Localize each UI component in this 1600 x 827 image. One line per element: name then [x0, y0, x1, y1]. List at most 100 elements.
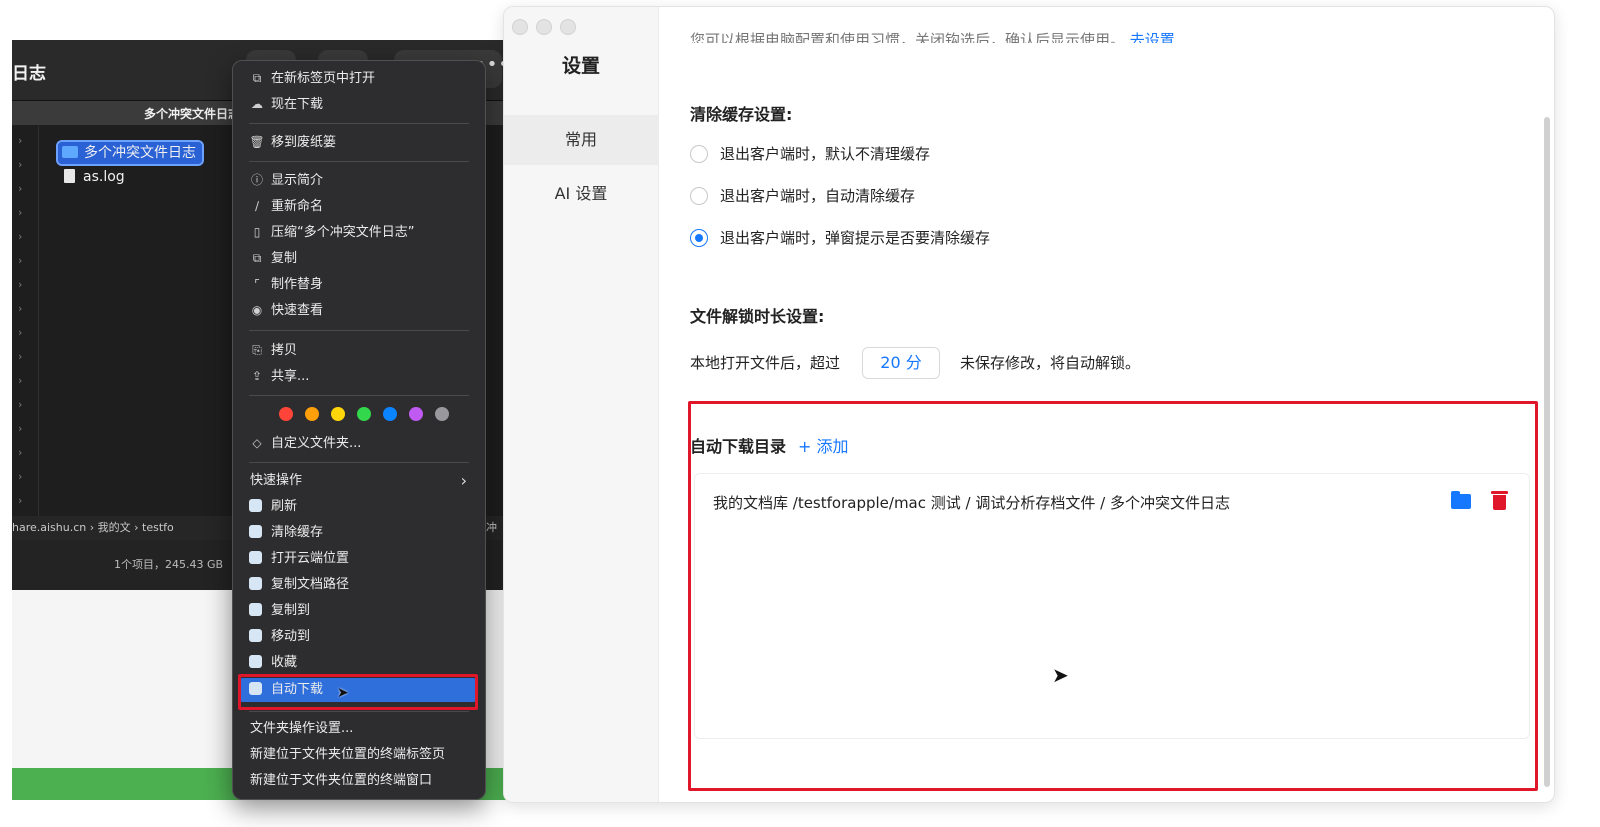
- tag-icon: ◇: [252, 436, 262, 450]
- chevron-right-icon[interactable]: ›: [18, 374, 22, 387]
- folder-icon[interactable]: [1451, 491, 1471, 509]
- menu-item-move-to-trash[interactable]: 🗑 移到废纸篓: [239, 130, 477, 154]
- menu-separator: [249, 395, 469, 396]
- chevron-right-icon[interactable]: ›: [18, 398, 22, 411]
- menu-item-custom-folder[interactable]: ◇ 自定义文件夹...: [239, 431, 477, 455]
- file-row-folder[interactable]: 多个冲突文件日志: [56, 140, 204, 166]
- menu-separator: [249, 711, 469, 712]
- menu-item-make-alias[interactable]: ⌜ 制作替身: [239, 272, 477, 296]
- finder-sidebar-column: › › › › › › › › › › › › › › › ›: [12, 126, 39, 526]
- tag-color-blue[interactable]: [383, 407, 397, 421]
- file-row-log[interactable]: as.log: [62, 166, 125, 188]
- menu-item-duplicate[interactable]: ⧉ 复制: [239, 246, 477, 270]
- menu-item-refresh[interactable]: 刷新: [239, 495, 477, 519]
- menu-item-label: 收藏: [271, 655, 298, 670]
- chevron-right-icon[interactable]: ›: [18, 302, 22, 315]
- menu-item-move-to[interactable]: 移动到: [239, 625, 477, 649]
- chevron-right-icon[interactable]: ›: [18, 494, 22, 507]
- menu-item-compress[interactable]: ▯ 压缩“多个冲突文件日志”: [239, 220, 477, 244]
- window-close-button[interactable]: [512, 19, 528, 35]
- menu-separator: [249, 462, 469, 463]
- menu-item-label: 快速查看: [271, 303, 324, 318]
- chevron-right-icon[interactable]: ›: [18, 182, 22, 195]
- cache-option-no-clear[interactable]: 退出客户端时，默认不清理缓存: [690, 142, 930, 166]
- description-text: 您可以根据电脑配置和使用习惯，关闭钩选后，确认后显示使用。: [690, 31, 1126, 43]
- go-settings-link[interactable]: 去设置: [1130, 31, 1175, 43]
- new-tab-icon: ⧉: [252, 71, 262, 85]
- tag-color-purple[interactable]: [409, 407, 423, 421]
- eye-icon: ◉: [251, 303, 263, 317]
- menu-item-rename[interactable]: ∕ 重新命名: [239, 194, 477, 218]
- status-text: 1个项目，245.43 GB: [114, 558, 224, 571]
- menu-item-open-cloud[interactable]: 打开云端位置: [239, 547, 477, 571]
- menu-item-share[interactable]: ⇪ 共享...: [239, 364, 477, 388]
- finder-tab[interactable]: 多个冲突文件日志: [144, 105, 240, 122]
- app-icon: [249, 629, 262, 642]
- radio-label: 退出客户端时，弹窗提示是否要清除缓存: [720, 229, 991, 247]
- chevron-right-icon[interactable]: ›: [18, 278, 22, 291]
- menu-item-quick-actions[interactable]: 快速操作 ›: [239, 469, 477, 493]
- menu-item-copy-doc-path[interactable]: 复制文档路径: [239, 573, 477, 597]
- chevron-right-icon[interactable]: ›: [18, 158, 22, 171]
- unlock-duration-input[interactable]: 20 分: [862, 347, 941, 379]
- truncated-description: 您可以根据电脑配置和使用习惯，关闭钩选后，确认后显示使用。 去设置: [690, 29, 1175, 43]
- tag-color-yellow[interactable]: [331, 407, 345, 421]
- menu-item-new-terminal-tab[interactable]: 新建位于文件夹位置的终端标签页: [239, 743, 477, 767]
- nav-item-general[interactable]: 常用: [504, 115, 658, 165]
- settings-title: 设置: [561, 55, 600, 77]
- menu-item-favorite[interactable]: 收藏: [239, 651, 477, 675]
- menu-item-quick-look[interactable]: ◉ 快速查看: [239, 298, 477, 322]
- chevron-right-icon[interactable]: ›: [18, 350, 22, 363]
- menu-item-label: 文件夹操作设置...: [250, 721, 354, 736]
- trash-icon[interactable]: [1491, 491, 1508, 510]
- tag-color-orange[interactable]: [305, 407, 319, 421]
- cache-option-prompt[interactable]: 退出客户端时，弹窗提示是否要清除缓存: [690, 226, 990, 250]
- menu-item-label: 复制文档路径: [271, 577, 350, 592]
- chevron-right-icon[interactable]: ›: [18, 134, 22, 147]
- menu-item-label: 自定义文件夹...: [271, 436, 362, 451]
- chevron-right-icon[interactable]: ›: [18, 326, 22, 339]
- menu-item-label: 快速操作: [250, 473, 303, 488]
- menu-item-get-info[interactable]: ⓘ 显示简介: [239, 168, 477, 192]
- tag-color-red[interactable]: [279, 407, 293, 421]
- radio-button[interactable]: [690, 145, 708, 163]
- menu-item-label: 复制: [271, 251, 298, 266]
- chevron-right-icon[interactable]: ›: [18, 446, 22, 459]
- info-icon: ⓘ: [250, 173, 263, 187]
- radio-button[interactable]: [690, 187, 708, 205]
- menu-item-label: 复制到: [271, 603, 311, 618]
- chevron-right-icon[interactable]: ›: [18, 254, 22, 267]
- path-text[interactable]: hare.aishu.cn › 我的文 › testfo: [12, 521, 174, 534]
- chevron-right-icon[interactable]: ›: [18, 422, 22, 435]
- menu-item-clear-cache[interactable]: 清除缓存: [239, 521, 477, 545]
- settings-window: 设置 常用 AI 设置 您可以根据电脑配置和使用习惯，关闭钩选后，确认后显示使用…: [503, 6, 1555, 803]
- nav-item-ai-settings[interactable]: AI 设置: [504, 169, 658, 219]
- app-icon: [249, 551, 262, 564]
- path-tail: 冲: [486, 521, 497, 534]
- scrollbar[interactable]: [1544, 117, 1550, 787]
- chevron-right-icon[interactable]: ›: [18, 470, 22, 483]
- tag-color-gray[interactable]: [435, 407, 449, 421]
- menu-item-copy-to[interactable]: 复制到: [239, 599, 477, 623]
- radio-button-selected[interactable]: [690, 229, 708, 247]
- menu-item-label: 新建位于文件夹位置的终端窗口: [250, 773, 433, 788]
- finder-window-title: 日志: [12, 64, 46, 84]
- add-directory-button[interactable]: + 添加: [798, 437, 849, 456]
- cache-option-auto-clear[interactable]: 退出客户端时，自动清除缓存: [690, 184, 915, 208]
- menu-item-label: 显示简介: [271, 173, 324, 188]
- menu-item-new-terminal-window[interactable]: 新建位于文件夹位置的终端窗口: [239, 769, 477, 793]
- window-zoom-button[interactable]: [560, 19, 576, 35]
- menu-item-label: 共享...: [271, 369, 310, 384]
- chevron-right-icon[interactable]: ›: [18, 230, 22, 243]
- menu-item-label: 打开云端位置: [271, 551, 350, 566]
- window-minimize-button[interactable]: [536, 19, 552, 35]
- copy-icon: ⎘: [252, 343, 262, 357]
- menu-item-folder-action-settings[interactable]: 文件夹操作设置...: [239, 717, 477, 741]
- menu-item-label: 新建位于文件夹位置的终端标签页: [250, 747, 446, 762]
- menu-item-copy[interactable]: ⎘ 拷贝: [239, 338, 477, 362]
- menu-item-download-now[interactable]: ☁ 现在下载: [239, 92, 477, 116]
- menu-item-open-new-tab[interactable]: ⧉ 在新标签页中打开: [239, 66, 477, 90]
- tag-color-green[interactable]: [357, 407, 371, 421]
- app-icon: [249, 577, 262, 590]
- chevron-right-icon[interactable]: ›: [18, 206, 22, 219]
